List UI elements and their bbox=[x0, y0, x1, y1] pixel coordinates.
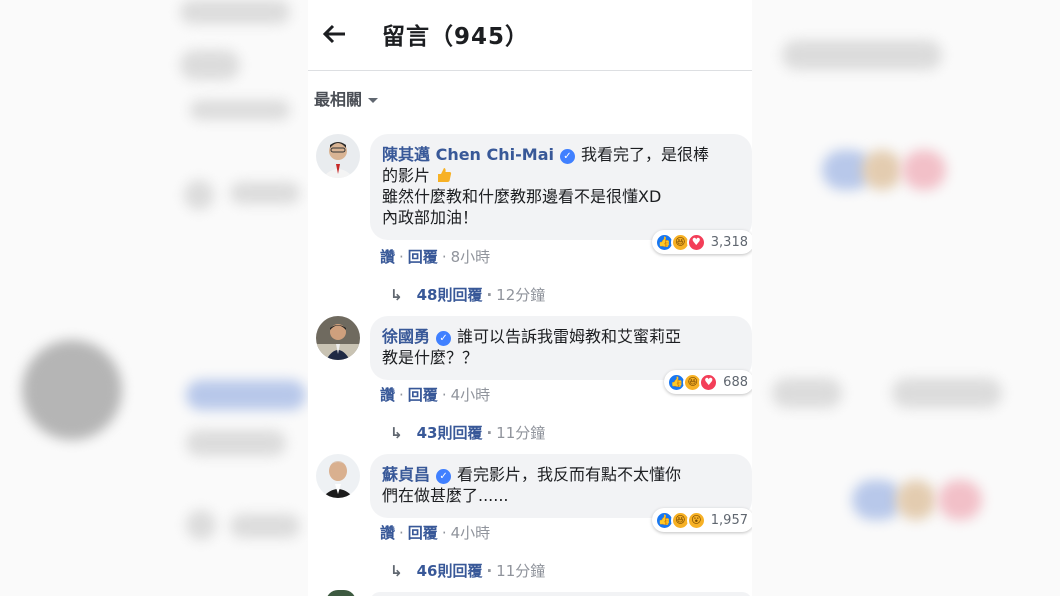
view-replies-link[interactable]: ↳ 43則回覆 · 11分鐘 bbox=[390, 422, 545, 443]
comment-bubble: 陳其邁 Chen Chi-Mai ✓ 我看完了，是很棒 的影片 雖然什麼教和什麼教那… bbox=[370, 134, 752, 254]
comment-text: 我看完了，是很棒 bbox=[580, 145, 709, 164]
arrow-left-icon[interactable] bbox=[322, 16, 348, 52]
comment-text: 誰可以告訴我雷姆教和艾蜜莉亞 bbox=[457, 327, 682, 346]
love-reaction-icon: ♥ bbox=[699, 372, 719, 392]
replies-time: 11分鐘 bbox=[496, 424, 546, 442]
caret-down-icon bbox=[368, 98, 379, 103]
comment-author[interactable]: 蘇貞昌 bbox=[382, 465, 430, 484]
avatar[interactable] bbox=[326, 590, 356, 596]
comment-time[interactable]: 4小時 bbox=[451, 386, 491, 404]
like-button[interactable]: 讚 bbox=[380, 248, 395, 266]
reaction-count: 1,957 bbox=[710, 512, 748, 528]
avatar[interactable] bbox=[316, 134, 360, 178]
like-button[interactable]: 讚 bbox=[380, 524, 395, 542]
comment-text: 內政部加油！ bbox=[382, 208, 479, 227]
reaction-summary[interactable]: 👍 😆 ♥ 3,318 bbox=[651, 230, 752, 254]
reply-button[interactable]: 回覆 bbox=[408, 248, 438, 266]
avatar[interactable] bbox=[316, 454, 360, 498]
comment-actions: 讚 · 回覆 · 4小時 bbox=[380, 386, 491, 404]
comment-actions: 讚 · 回覆 · 4小時 bbox=[380, 524, 491, 542]
replies-time: 11分鐘 bbox=[496, 562, 546, 580]
comments-header: 留言（945） bbox=[308, 0, 752, 71]
comment-bubble: 蘇貞昌 ✓ 看完影片，我反而有點不太懂你 們在做甚麼了...... 👍 😆 😮 1,… bbox=[370, 454, 752, 532]
reply-button[interactable]: 回覆 bbox=[408, 386, 438, 404]
wow-reaction-icon: 😮 bbox=[686, 510, 706, 530]
love-reaction-icon: ♥ bbox=[686, 232, 706, 252]
verified-badge-icon: ✓ bbox=[559, 149, 575, 164]
replies-count: 48則回覆 bbox=[416, 286, 483, 304]
comment-text: 看完影片，我反而有點不太懂你 bbox=[457, 465, 682, 484]
reply-button[interactable]: 回覆 bbox=[408, 524, 438, 542]
reaction-summary[interactable]: 👍 😆 😮 1,957 bbox=[651, 508, 752, 532]
comment-text: 教是什麼？？ bbox=[382, 348, 479, 367]
comment-text: 們在做甚麼了...... bbox=[382, 486, 509, 505]
replies-time: 12分鐘 bbox=[496, 286, 546, 304]
comment-author[interactable]: 陳其邁 Chen Chi-Mai bbox=[382, 145, 554, 164]
comment-actions: 讚 · 回覆 · 8小時 bbox=[380, 248, 491, 266]
view-replies-link[interactable]: ↳ 46則回覆 · 11分鐘 bbox=[390, 560, 545, 581]
reaction-summary[interactable]: 👍 😆 ♥ 688 bbox=[664, 370, 752, 394]
blurred-background-right bbox=[752, 0, 1060, 596]
verified-badge-icon: ✓ bbox=[436, 469, 452, 484]
replies-count: 43則回覆 bbox=[416, 424, 483, 442]
reply-arrow-icon: ↳ bbox=[390, 424, 403, 442]
comment-time[interactable]: 8小時 bbox=[451, 248, 491, 266]
comment-bubble bbox=[370, 592, 752, 596]
reply-arrow-icon: ↳ bbox=[390, 562, 403, 580]
comment-time[interactable]: 4小時 bbox=[451, 524, 491, 542]
comment-text: 的影片 bbox=[382, 166, 431, 185]
sort-dropdown[interactable]: 最相關 bbox=[314, 86, 379, 110]
avatar[interactable] bbox=[316, 316, 360, 360]
comment-text: 雖然什麼教和什麼教那邊看不是很懂XD bbox=[382, 187, 662, 206]
replies-count: 46則回覆 bbox=[416, 562, 483, 580]
page-title: 留言（945） bbox=[382, 24, 530, 50]
blurred-background-left bbox=[0, 0, 308, 596]
reaction-count: 3,318 bbox=[710, 234, 748, 250]
sort-label: 最相關 bbox=[314, 90, 363, 109]
comment-author[interactable]: 徐國勇 bbox=[382, 327, 430, 346]
reply-arrow-icon: ↳ bbox=[390, 286, 403, 304]
comment-bubble: 徐國勇 ✓ 誰可以告訴我雷姆教和艾蜜莉亞 教是什麼？？ 👍 😆 ♥ 688 bbox=[370, 316, 752, 394]
like-button[interactable]: 讚 bbox=[380, 386, 395, 404]
verified-badge-icon: ✓ bbox=[436, 331, 452, 346]
comments-panel: 留言（945） 最相關 陳其邁 Chen Chi-Mai ✓ 我看完了，是很棒 的影… bbox=[308, 0, 752, 596]
view-replies-link[interactable]: ↳ 48則回覆 · 12分鐘 bbox=[390, 284, 545, 305]
thumbs-up-emoji-icon bbox=[435, 166, 453, 185]
reaction-count: 688 bbox=[723, 374, 748, 390]
